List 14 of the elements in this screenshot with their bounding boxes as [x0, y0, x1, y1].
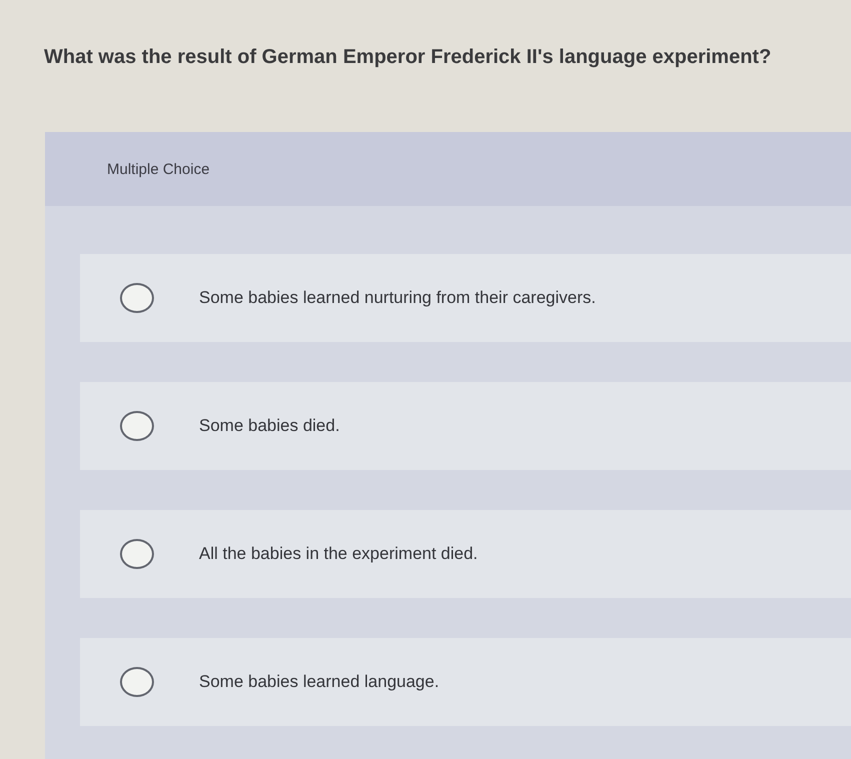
option-text: All the babies in the experiment died. [199, 544, 478, 564]
radio-button[interactable] [120, 411, 154, 441]
answer-option[interactable]: Some babies learned nurturing from their caregivers. [80, 254, 851, 342]
question-type-label: Multiple Choice [107, 160, 210, 178]
answer-option[interactable]: Some babies died. [80, 382, 851, 470]
answer-option[interactable]: Some babies learned language. [80, 638, 851, 726]
option-text: Some babies died. [199, 416, 340, 436]
option-text: Some babies learned language. [199, 672, 440, 692]
question-text: What was the result of German Emperor Frederick II's language experiment? [44, 45, 772, 70]
radio-button[interactable] [120, 283, 154, 313]
option-text: Some babies learned nurturing from their caregivers. [199, 288, 596, 308]
radio-button[interactable] [120, 667, 154, 697]
radio-button[interactable] [120, 539, 154, 569]
answer-option[interactable]: All the babies in the experiment died. [80, 510, 851, 598]
